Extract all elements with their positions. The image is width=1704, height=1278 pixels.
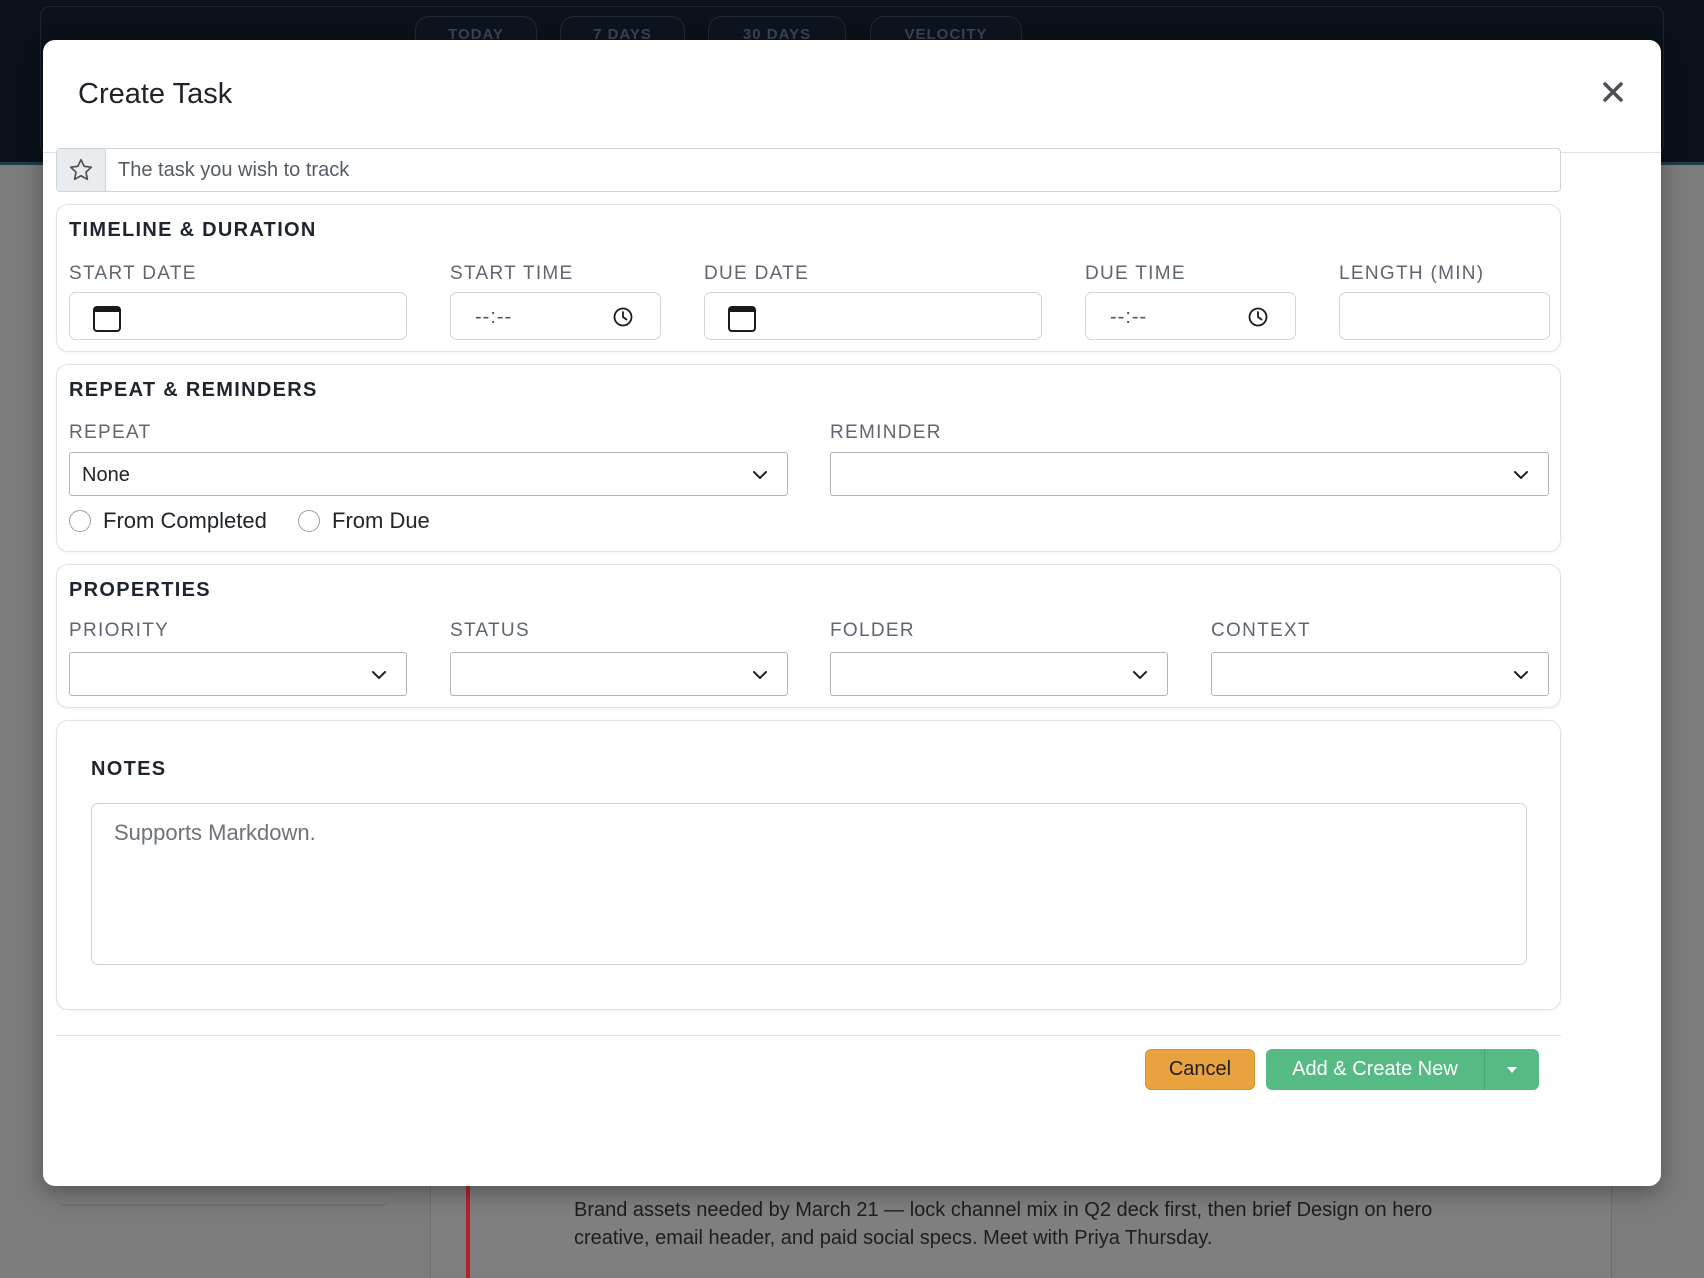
- notes-section: NOTES Supports Markdown.: [56, 720, 1561, 1010]
- length-input[interactable]: [1339, 292, 1550, 340]
- chevron-down-icon: [753, 671, 767, 679]
- priority-indicator: [466, 1186, 470, 1278]
- start-time-label: START TIME: [450, 263, 574, 284]
- context-label: CONTEXT: [1211, 620, 1311, 641]
- from-due-radio[interactable]: From Due: [298, 508, 430, 534]
- section-title-repeat: REPEAT & REMINDERS: [69, 379, 318, 401]
- repeat-select[interactable]: None: [69, 452, 788, 496]
- add-options-dropdown-button[interactable]: [1484, 1049, 1539, 1090]
- repeat-section: REPEAT & REMINDERS REPEAT None REMINDER …: [56, 364, 1561, 552]
- reminder-select[interactable]: [830, 452, 1549, 496]
- due-time-value: --:--: [1110, 306, 1148, 328]
- modal-header: Create Task: [43, 40, 1661, 153]
- start-date-label: START DATE: [69, 263, 197, 284]
- star-button[interactable]: [57, 149, 106, 191]
- close-button[interactable]: [1597, 76, 1629, 108]
- clock-icon[interactable]: [613, 307, 633, 327]
- caret-down-icon: [1507, 1066, 1517, 1073]
- task-name-group: [56, 148, 1561, 192]
- chevron-down-icon: [753, 471, 767, 479]
- due-date-label: DUE DATE: [704, 263, 810, 284]
- due-time-input[interactable]: --:--: [1085, 292, 1296, 340]
- modal-title: Create Task: [78, 78, 233, 110]
- start-date-input[interactable]: [69, 292, 407, 340]
- section-title-notes: NOTES: [91, 758, 167, 780]
- radio-circle[interactable]: [298, 510, 320, 532]
- context-select[interactable]: [1211, 652, 1549, 696]
- radio-circle[interactable]: [69, 510, 91, 532]
- calendar-icon[interactable]: [727, 303, 757, 333]
- star-icon: [69, 158, 93, 181]
- status-label: STATUS: [450, 620, 530, 641]
- length-label: LENGTH (MIN): [1339, 263, 1485, 284]
- section-title-properties: PROPERTIES: [69, 579, 211, 601]
- start-time-value: --:--: [475, 306, 513, 328]
- chevron-down-icon: [1514, 671, 1528, 679]
- priority-label: PRIORITY: [69, 620, 170, 641]
- from-completed-radio[interactable]: From Completed: [69, 508, 267, 534]
- section-title-timeline: TIMELINE & DURATION: [69, 219, 317, 241]
- from-due-label: From Due: [332, 508, 430, 533]
- due-date-input[interactable]: [704, 292, 1042, 340]
- modal-body: TIMELINE & DURATION START DATE START TIM…: [56, 148, 1561, 1010]
- properties-section: PROPERTIES PRIORITY STATUS FOLDER CONTEX…: [56, 564, 1561, 708]
- from-completed-label: From Completed: [103, 508, 267, 533]
- cancel-button[interactable]: Cancel: [1145, 1049, 1255, 1090]
- folder-select[interactable]: [830, 652, 1168, 696]
- close-icon: [1603, 82, 1623, 102]
- due-time-label: DUE TIME: [1085, 263, 1186, 284]
- footer-divider: [56, 1035, 1561, 1036]
- task-note-text: Brand assets needed by March 21 — lock c…: [574, 1199, 1433, 1249]
- chevron-down-icon: [1514, 471, 1528, 479]
- priority-select[interactable]: [69, 652, 407, 696]
- add-button-group: Add & Create New: [1266, 1049, 1539, 1090]
- add-create-new-button[interactable]: Add & Create New: [1266, 1049, 1484, 1090]
- repeat-label: REPEAT: [69, 422, 152, 443]
- start-time-input[interactable]: --:--: [450, 292, 661, 340]
- folder-label: FOLDER: [830, 620, 915, 641]
- calendar-icon[interactable]: [92, 303, 122, 333]
- chevron-down-icon: [1133, 671, 1147, 679]
- reminder-label: REMINDER: [830, 422, 942, 443]
- notes-textarea[interactable]: Supports Markdown.: [91, 803, 1527, 965]
- status-select[interactable]: [450, 652, 788, 696]
- timeline-section: TIMELINE & DURATION START DATE START TIM…: [56, 204, 1561, 352]
- task-name-input[interactable]: [106, 149, 1560, 191]
- clock-icon[interactable]: [1248, 307, 1268, 327]
- repeat-select-value: None: [82, 464, 130, 486]
- chevron-down-icon: [372, 671, 386, 679]
